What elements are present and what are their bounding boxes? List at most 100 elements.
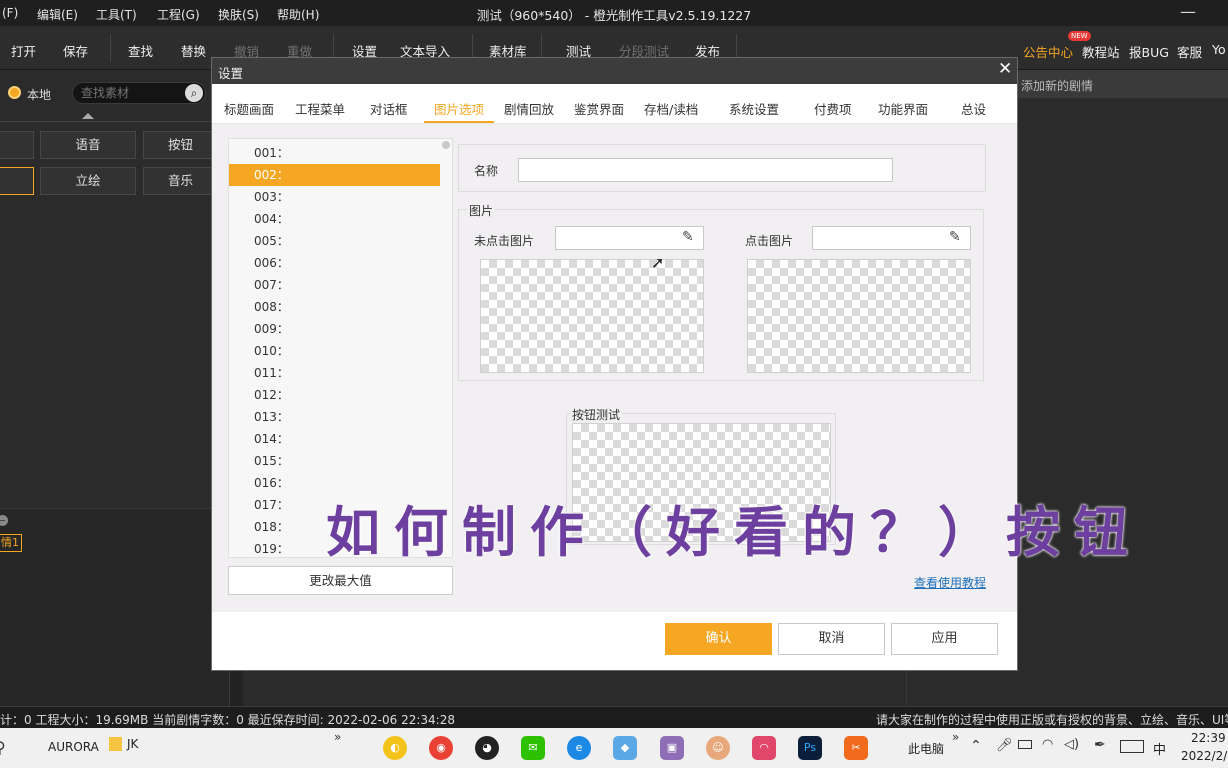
button-test-label: 按钮测试 bbox=[570, 406, 623, 423]
tab-general[interactable]: 总设 bbox=[961, 99, 986, 118]
battery-icon[interactable] bbox=[1018, 740, 1032, 749]
tab-dialog-box[interactable]: 对话框 bbox=[370, 99, 408, 118]
wifi-icon[interactable]: ◠ bbox=[1042, 737, 1053, 752]
tutorial-site-link[interactable]: 教程站 bbox=[1082, 42, 1120, 61]
tutorial-link[interactable]: 查看使用教程 bbox=[914, 574, 986, 591]
clicked-image-preview bbox=[747, 259, 971, 373]
find-button[interactable]: 查找 bbox=[128, 41, 153, 60]
app-icon[interactable]: ◆ bbox=[613, 736, 637, 760]
ime-indicator[interactable]: 中 bbox=[1153, 739, 1166, 758]
search-icon[interactable]: ⌕ bbox=[185, 84, 203, 102]
save-button[interactable]: 保存 bbox=[63, 41, 88, 60]
portrait-button[interactable]: 立绘 bbox=[40, 167, 136, 195]
music-button[interactable]: 音乐 bbox=[143, 167, 218, 195]
add-plot-bar[interactable]: 添加新的剧情 bbox=[1018, 70, 1228, 98]
pencil-icon[interactable]: ✎ bbox=[949, 229, 961, 245]
replace-button[interactable]: 替换 bbox=[181, 41, 206, 60]
menu-project[interactable]: 工程(G) bbox=[157, 6, 200, 23]
menu-file[interactable]: (F) bbox=[2, 6, 18, 20]
list-item[interactable]: 007： bbox=[229, 274, 440, 296]
local-radio[interactable] bbox=[8, 86, 21, 99]
list-item[interactable]: 004： bbox=[229, 208, 440, 230]
asset-search-input[interactable] bbox=[81, 85, 181, 101]
list-item[interactable]: 013： bbox=[229, 406, 440, 428]
cancel-button[interactable]: 取消 bbox=[778, 623, 885, 655]
tab-save-load[interactable]: 存档/读档 bbox=[644, 99, 698, 118]
aurora-label[interactable]: AURORA bbox=[48, 740, 99, 754]
tab-image-options[interactable]: 图片选项 bbox=[434, 99, 484, 118]
tab-paid-items[interactable]: 付费项 bbox=[814, 99, 852, 118]
list-item[interactable]: 009： bbox=[229, 318, 440, 340]
app-icon[interactable]: ✂ bbox=[844, 736, 868, 760]
plot-tag[interactable]: 情1 bbox=[0, 534, 22, 552]
jk-label[interactable]: JK bbox=[127, 737, 138, 751]
plot-tree-panel: − 情1 bbox=[0, 508, 243, 707]
keyboard-icon[interactable] bbox=[1120, 740, 1144, 753]
list-item[interactable]: 005： bbox=[229, 230, 440, 252]
tray-up-icon[interactable]: ⌃ bbox=[970, 738, 982, 754]
menu-skin[interactable]: 换肤(S) bbox=[218, 6, 259, 23]
folder-icon[interactable] bbox=[109, 737, 122, 751]
announcement-link[interactable]: 公告中心 bbox=[1023, 42, 1073, 61]
apply-button[interactable]: 应用 bbox=[891, 623, 998, 655]
list-item[interactable]: 006： bbox=[229, 252, 440, 274]
close-icon[interactable]: ✕ bbox=[998, 59, 1012, 79]
tab-system-settings[interactable]: 系统设置 bbox=[729, 99, 779, 118]
chrome-icon[interactable]: ◉ bbox=[429, 736, 453, 760]
this-pc-label[interactable]: 此电脑 bbox=[908, 740, 944, 757]
taskbar: ⚲ AURORA JK » ◐ ◉ ◕ ✉ e ◆ ▣ ☺ ◠ Ps ✂ 此电脑… bbox=[0, 728, 1228, 768]
chevron-icon[interactable]: » bbox=[952, 730, 959, 744]
pencil-icon[interactable]: ✎ bbox=[682, 229, 694, 245]
tab-function-ui[interactable]: 功能界面 bbox=[878, 99, 928, 118]
voice-button[interactable]: 语音 bbox=[40, 131, 136, 159]
asset-category-button[interactable] bbox=[0, 131, 34, 159]
clock-date[interactable]: 2022/2/ bbox=[1181, 749, 1227, 763]
qq-icon[interactable]: ◕ bbox=[475, 736, 499, 760]
list-item-selected[interactable]: 002： bbox=[229, 164, 440, 186]
tab-title-screen[interactable]: 标题画面 bbox=[224, 99, 274, 118]
unclicked-image-field[interactable]: ✎ bbox=[555, 226, 704, 250]
clicked-image-field[interactable]: ✎ bbox=[812, 226, 971, 250]
asset-category-button[interactable] bbox=[0, 167, 34, 195]
collapse-arrow-icon[interactable] bbox=[82, 113, 94, 119]
app-icon[interactable]: ◐ bbox=[383, 736, 407, 760]
search-icon[interactable]: ⚲ bbox=[0, 738, 6, 757]
microphone-icon[interactable]: 🎤︎ bbox=[996, 738, 1013, 753]
list-item[interactable]: 015： bbox=[229, 450, 440, 472]
app-icon[interactable]: ▣ bbox=[660, 736, 684, 760]
list-item[interactable]: 001： bbox=[229, 142, 440, 164]
minimize-icon[interactable]: — bbox=[1180, 2, 1196, 21]
menu-help[interactable]: 帮助(H) bbox=[277, 6, 319, 23]
tab-gallery[interactable]: 鉴赏界面 bbox=[574, 99, 624, 118]
volume-icon[interactable]: ◁) bbox=[1064, 737, 1079, 752]
report-bug-link[interactable]: 报BUG bbox=[1129, 42, 1169, 61]
list-item[interactable]: 003： bbox=[229, 186, 440, 208]
chevron-icon[interactable]: » bbox=[334, 730, 341, 744]
list-scrollbar[interactable] bbox=[442, 141, 450, 149]
list-item[interactable]: 011： bbox=[229, 362, 440, 384]
tab-project-menu[interactable]: 工程菜单 bbox=[295, 99, 345, 118]
button-asset-button[interactable]: 按钮 bbox=[143, 131, 218, 159]
menu-tools[interactable]: 工具(T) bbox=[96, 6, 137, 23]
edge-icon[interactable]: e bbox=[567, 736, 591, 760]
app-icon[interactable]: ◠ bbox=[752, 736, 776, 760]
collapse-icon[interactable]: − bbox=[0, 515, 8, 526]
tab-plot-replay[interactable]: 剧情回放 bbox=[504, 99, 554, 118]
user-link[interactable]: Yo bbox=[1212, 42, 1226, 57]
support-link[interactable]: 客服 bbox=[1177, 42, 1202, 61]
change-max-button[interactable]: 更改最大值 bbox=[228, 566, 453, 595]
list-item[interactable]: 012： bbox=[229, 384, 440, 406]
asset-search-box: ⌕ bbox=[72, 82, 206, 104]
list-item[interactable]: 008： bbox=[229, 296, 440, 318]
list-item[interactable]: 014： bbox=[229, 428, 440, 450]
confirm-button[interactable]: 确认 bbox=[665, 623, 772, 655]
app-icon[interactable]: ☺ bbox=[706, 736, 730, 760]
clock-time[interactable]: 22:39 bbox=[1191, 731, 1226, 745]
wechat-icon[interactable]: ✉ bbox=[521, 736, 545, 760]
list-item[interactable]: 010： bbox=[229, 340, 440, 362]
open-button[interactable]: 打开 bbox=[11, 41, 36, 60]
name-input[interactable] bbox=[518, 158, 893, 182]
pen-icon[interactable]: ✒ bbox=[1094, 737, 1106, 753]
photoshop-icon[interactable]: Ps bbox=[798, 736, 822, 760]
menu-edit[interactable]: 编辑(E) bbox=[37, 6, 78, 23]
